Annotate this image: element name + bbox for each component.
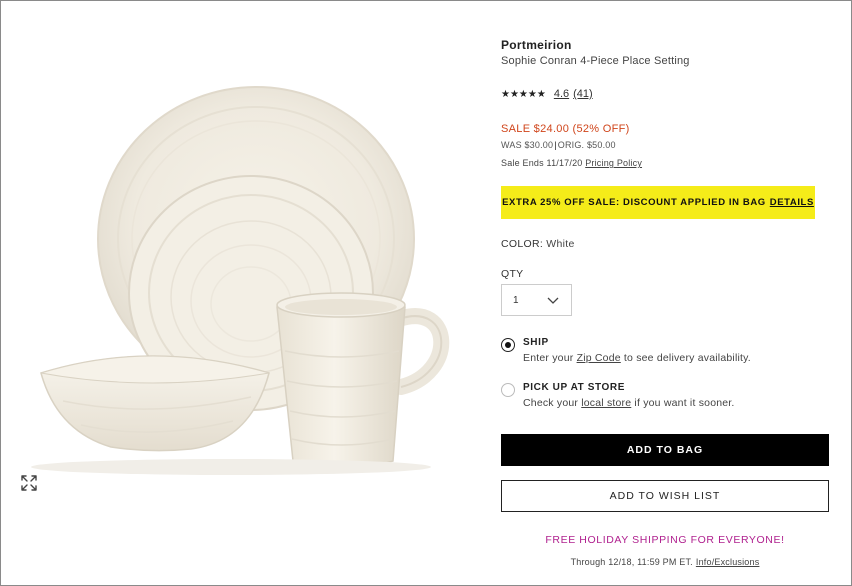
shipping-terms: Through 12/18, 11:59 PM ET. Info/Exclusio… (501, 557, 829, 567)
orig-price: ORIG. $50.00 (557, 140, 616, 150)
free-shipping-headline: FREE HOLIDAY SHIPPING FOR EVERYONE! (545, 534, 785, 546)
promo-banner-text: EXTRA 25% OFF SALE: DISCOUNT APPLIED IN … (502, 197, 766, 208)
local-store-link[interactable]: local store (581, 397, 631, 409)
quantity-label: QTY (501, 268, 524, 280)
ship-option[interactable]: SHIP Enter your Zip Code to see delivery… (501, 337, 751, 364)
pickup-option[interactable]: PICK UP AT STORE Check your local store … (501, 382, 735, 409)
sale-end-info: Sale Ends 11/17/20 Pricing Policy (501, 158, 642, 168)
was-price: WAS $30.00 (501, 140, 554, 150)
sale-end-date: Sale Ends 11/17/20 (501, 158, 583, 168)
product-photo-illustration (31, 86, 450, 475)
pricing-policy-link[interactable]: Pricing Policy (585, 158, 642, 168)
pickup-desc-prefix: Check your (523, 397, 579, 409)
quantity-select[interactable]: 1 (501, 284, 572, 316)
ship-option-title: SHIP (523, 337, 549, 348)
color-label: COLOR: (501, 238, 544, 250)
pickup-radio[interactable] (501, 383, 515, 397)
ship-desc-prefix: Enter your (523, 352, 574, 364)
product-title: Sophie Conran 4-Piece Place Setting (501, 55, 690, 67)
review-count[interactable]: (41) (573, 88, 593, 100)
color-value: White (546, 238, 575, 250)
pickup-option-description: Check your local store if you want it so… (523, 397, 735, 409)
ship-option-description: Enter your Zip Code to see delivery avai… (523, 352, 751, 364)
price-separator: | (554, 140, 557, 150)
ship-radio[interactable] (501, 338, 515, 352)
star-rating-icon: ★★★★★ (501, 88, 546, 100)
sale-price-value: SALE $24.00 (501, 123, 570, 135)
info-exclusions-link[interactable]: Info/Exclusions (696, 557, 760, 567)
color-selection: COLOR: White (501, 238, 575, 250)
expand-arrows-icon[interactable] (19, 473, 39, 493)
brand-name[interactable]: Portmeirion (501, 38, 572, 52)
ship-desc-suffix: to see delivery availability. (623, 352, 751, 364)
rating-value[interactable]: 4.6 (554, 88, 569, 100)
promo-details-link[interactable]: DETAILS (770, 197, 814, 208)
chevron-down-icon (547, 294, 559, 306)
add-to-wish-list-button[interactable]: ADD TO WISH LIST (501, 480, 829, 512)
zip-code-link[interactable]: Zip Code (577, 352, 621, 364)
shipping-terms-text: Through 12/18, 11:59 PM ET. (570, 557, 693, 567)
extra-discount-banner: EXTRA 25% OFF SALE: DISCOUNT APPLIED IN … (501, 186, 815, 219)
original-prices: WAS $30.00|ORIG. $50.00 (501, 140, 616, 150)
rating-summary[interactable]: ★★★★★ 4.6 (41) (501, 88, 593, 100)
sale-price: SALE $24.00 (52% OFF) (501, 123, 630, 135)
product-image[interactable] (1, 1, 471, 585)
pickup-option-title: PICK UP AT STORE (523, 382, 626, 393)
pickup-desc-suffix: if you want it sooner. (634, 397, 735, 409)
quantity-value: 1 (513, 294, 519, 306)
discount-percent: (52% OFF) (572, 123, 630, 135)
add-to-bag-button[interactable]: ADD TO BAG (501, 434, 829, 466)
